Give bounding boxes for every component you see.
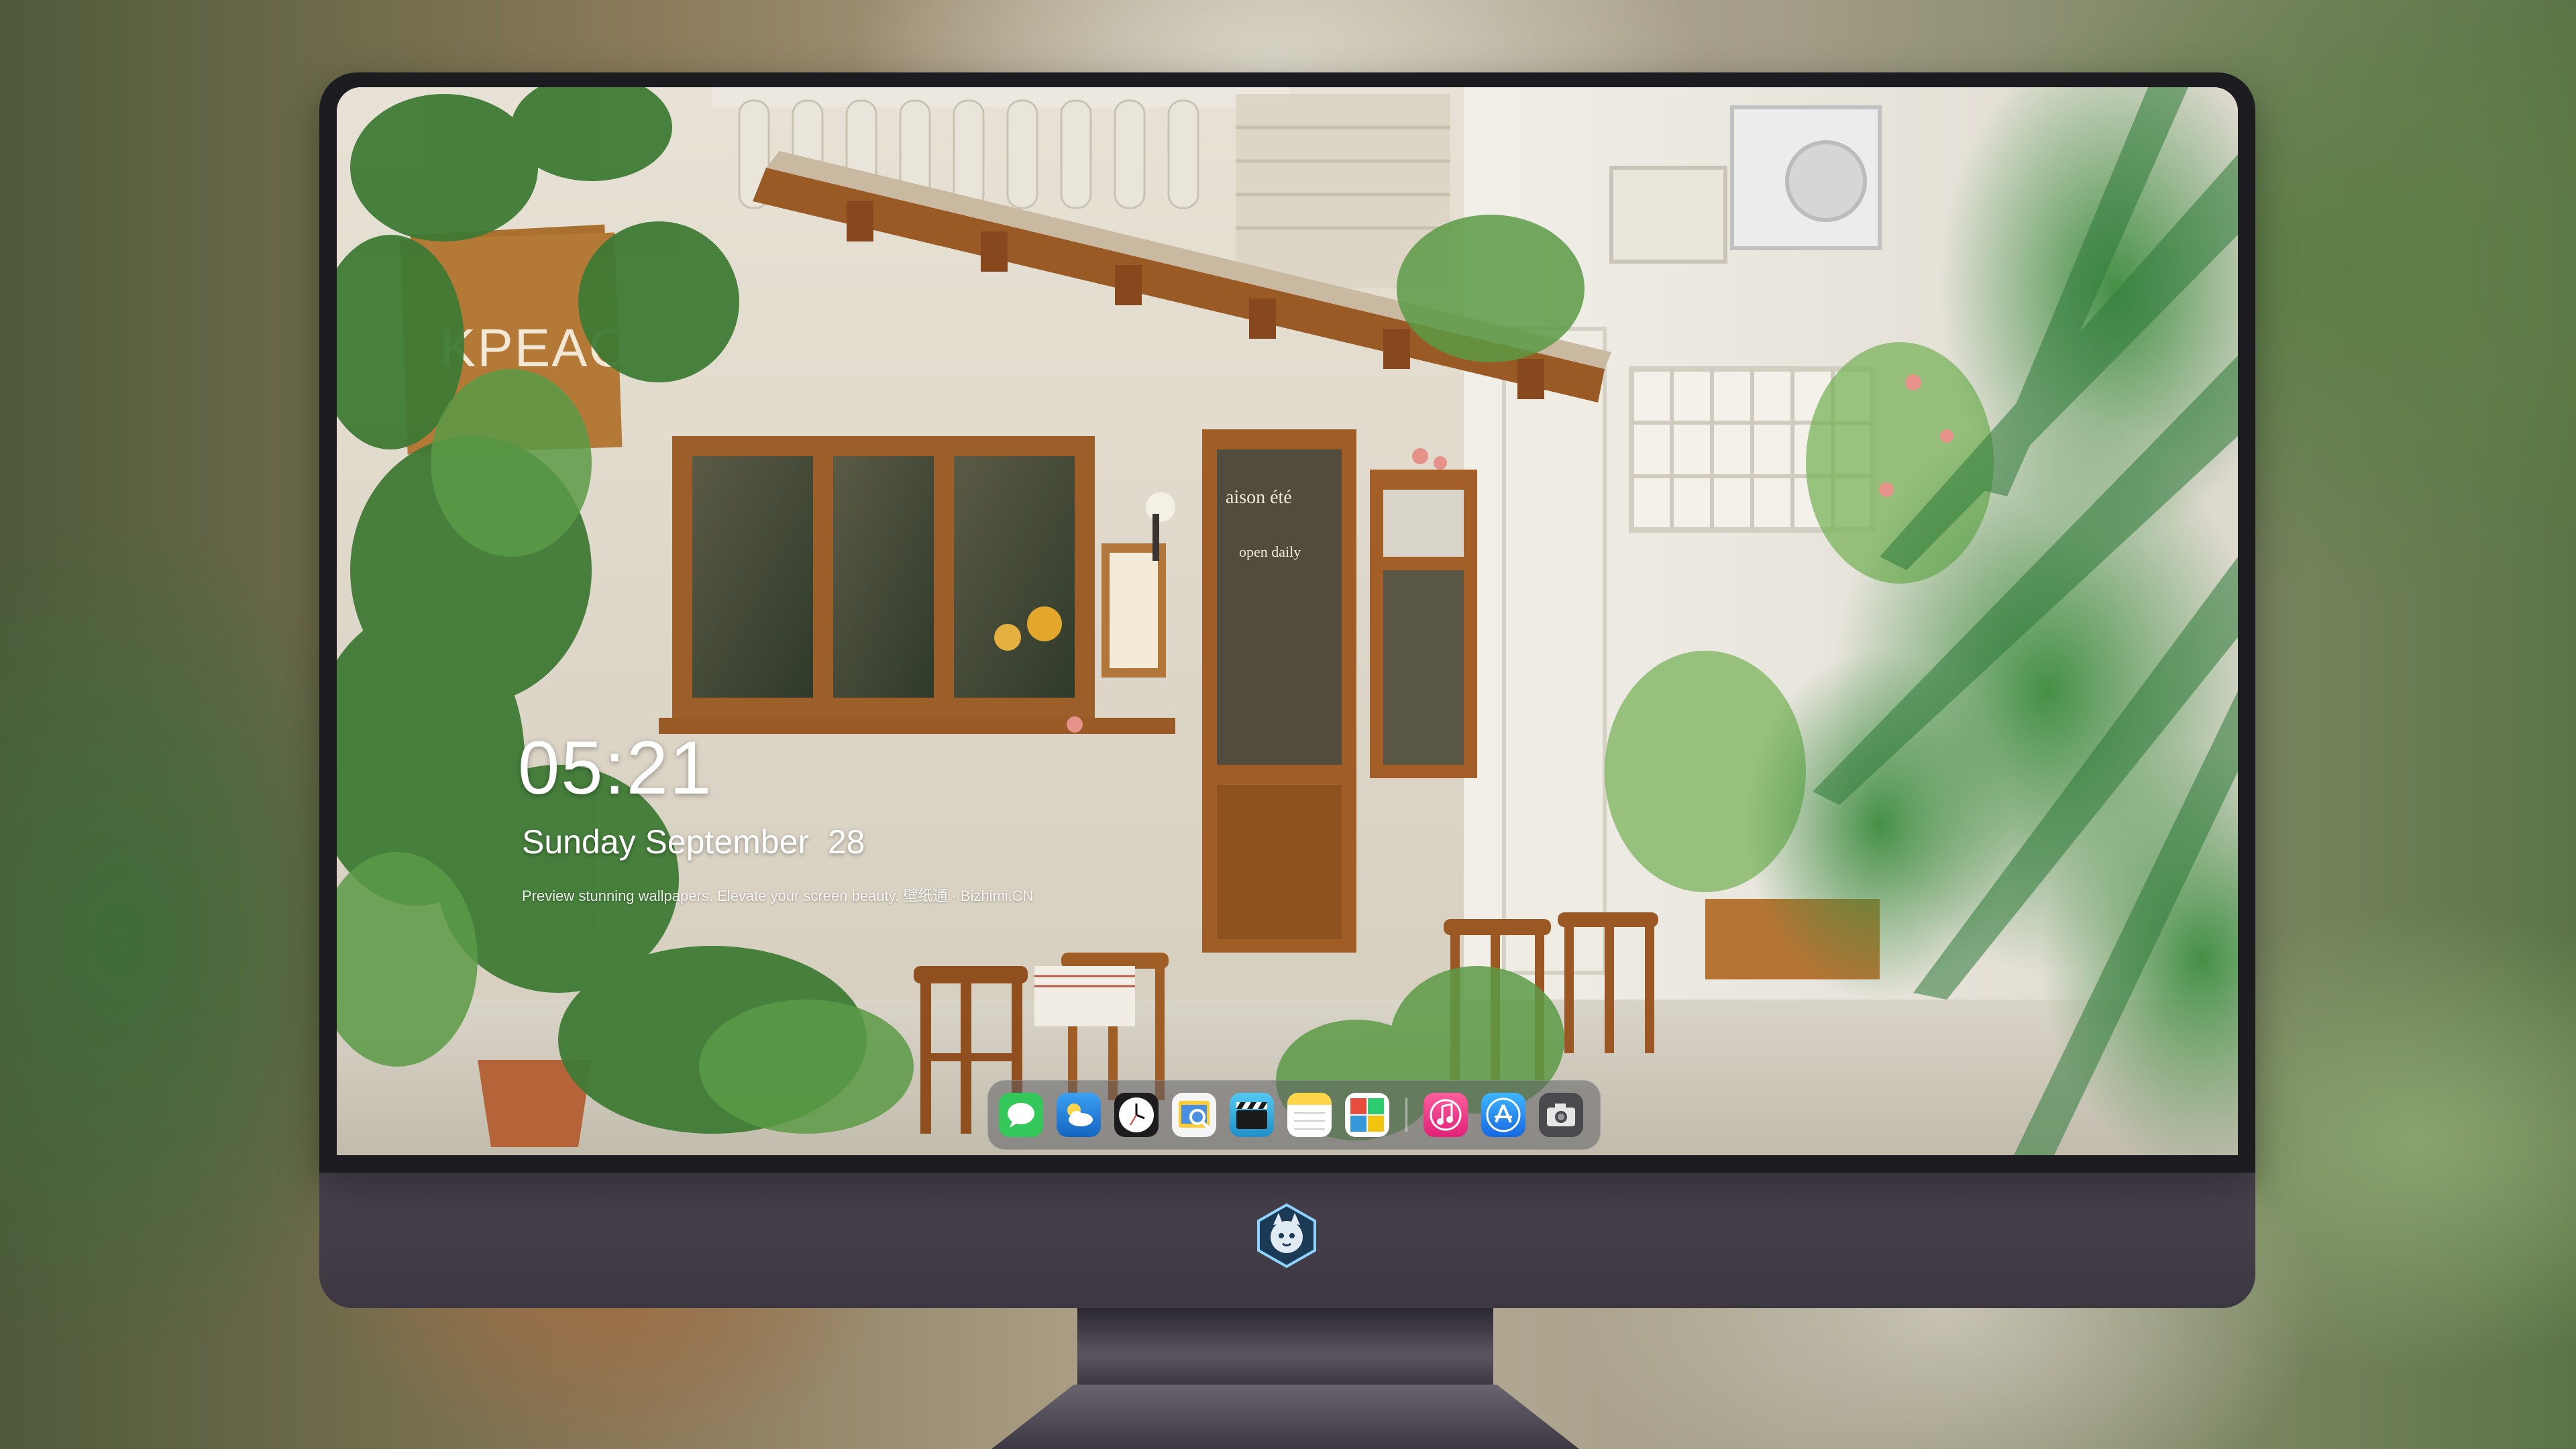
notes-icon[interactable] [1287,1093,1332,1137]
monitor-stand-foot [991,1385,1579,1449]
weather-icon[interactable] [1057,1093,1101,1137]
app-store-icon[interactable] [1481,1093,1525,1137]
messages-icon[interactable] [999,1093,1043,1137]
door-subtext: open daily [1239,543,1301,560]
lock-screen-clock: 05:21 [518,726,713,810]
dock [987,1080,1601,1150]
dock-divider [1405,1098,1407,1132]
camera-icon[interactable] [1539,1093,1583,1137]
lock-screen-tagline: Preview stunning wallpapers. Elevate you… [522,888,1034,904]
brand-logo-icon [1257,1203,1316,1269]
desktop-screen: KPEACE aison été open daily 05:21 Sunday… [337,87,2238,1155]
door-text: aison été [1226,487,1292,508]
clock-icon[interactable] [1114,1093,1159,1137]
photo-booth-icon[interactable] [1345,1093,1389,1137]
clapper-icon[interactable] [1230,1093,1274,1137]
music-icon[interactable] [1424,1093,1468,1137]
wallpaper-cafe-storefront: KPEACE aison été open daily [337,87,2238,1155]
lock-screen-date: Sunday September 28 [522,823,865,861]
monitor-stand-neck [1077,1307,1493,1387]
preview-icon[interactable] [1172,1093,1216,1137]
